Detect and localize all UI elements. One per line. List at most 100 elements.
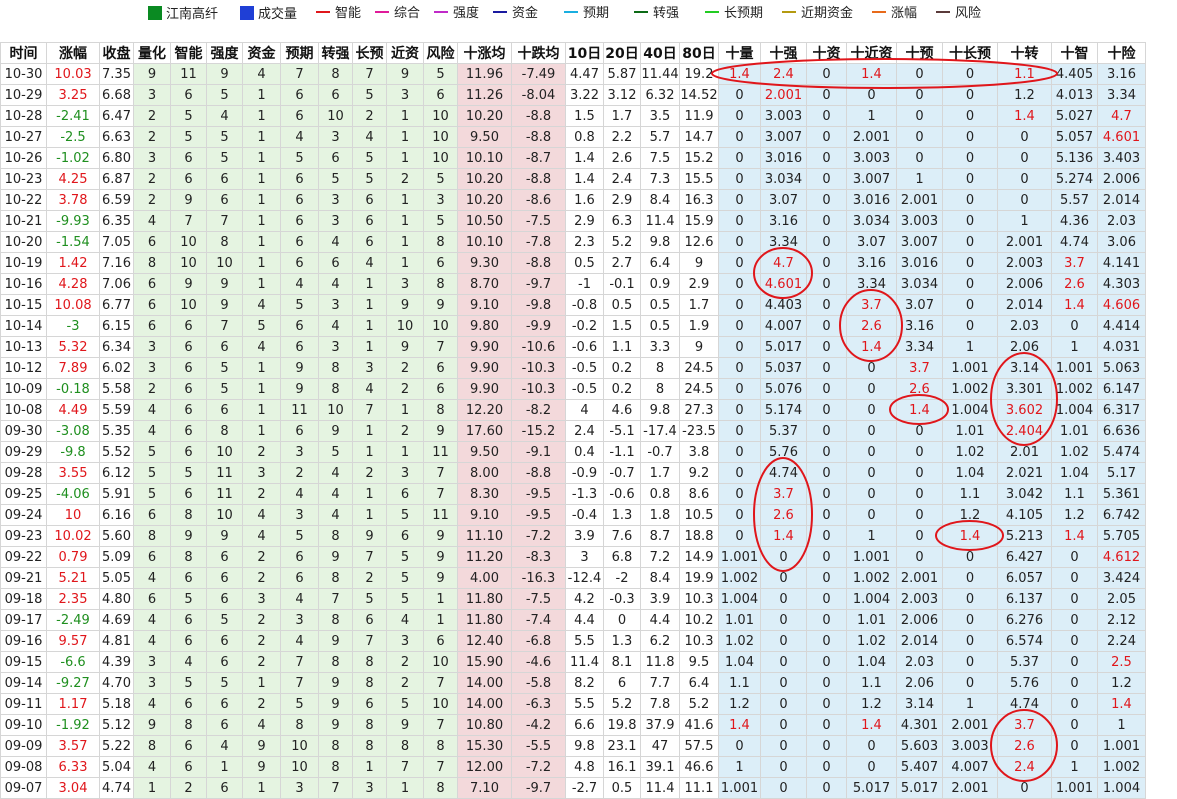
column-header[interactable]: 量化 <box>133 42 171 64</box>
table-cell: 6.137 <box>997 588 1052 610</box>
table-cell: 1 <box>386 105 424 127</box>
legend-item[interactable]: 综合 <box>375 6 420 22</box>
legend-item[interactable]: 强度 <box>434 6 479 22</box>
table-cell: 12.20 <box>457 399 512 421</box>
table-cell: 6 <box>352 210 387 232</box>
column-header[interactable]: 预期 <box>280 42 319 64</box>
column-header[interactable]: 近资 <box>386 42 424 64</box>
table-cell: 2.03 <box>997 315 1052 337</box>
table-cell: 6 <box>280 84 319 106</box>
table-cell: 4 <box>242 63 281 85</box>
column-header[interactable]: 10日 <box>565 42 604 64</box>
table-cell: 8 <box>318 378 353 400</box>
column-header[interactable]: 20日 <box>603 42 641 64</box>
column-header[interactable]: 十跌均 <box>511 42 566 64</box>
table-cell: 2.06 <box>896 672 943 694</box>
legend-item[interactable]: 预期 <box>564 6 609 22</box>
table-cell: 0 <box>760 609 807 631</box>
table-cell: 0.5 <box>603 777 641 799</box>
column-header[interactable]: 收盘 <box>99 42 134 64</box>
table-cell: 5 <box>386 546 424 568</box>
column-header[interactable]: 十强 <box>760 42 807 64</box>
legend-item[interactable]: 涨幅 <box>872 6 917 22</box>
table-cell: 6 <box>280 189 319 211</box>
table-cell: 1.1 <box>718 672 761 694</box>
table-row: 09-08 6.33 5.04 4 6 1 9 10 8 1 7 7 12.00 -7.2 4.8 16.1 3… <box>0 756 1146 778</box>
legend-item[interactable]: 近期资金 <box>782 6 853 22</box>
table-cell: 4.25 <box>46 168 100 190</box>
table-cell: 3.016 <box>896 252 943 274</box>
table-row: 10-12 7.89 6.02 3 6 5 1 9 8 3 2 6 9.90 -10.3 -0.5 0.2 8 2… <box>0 357 1146 379</box>
table-cell: 5.603 <box>896 735 943 757</box>
column-header[interactable]: 十量 <box>718 42 761 64</box>
column-header[interactable]: 十险 <box>1097 42 1146 64</box>
table-cell: 8.7 <box>640 525 680 547</box>
table-cell: 6.6 <box>565 714 604 736</box>
table-cell: -8.8 <box>511 252 566 274</box>
column-header[interactable]: 十转 <box>997 42 1052 64</box>
column-header[interactable]: 十预 <box>896 42 943 64</box>
table-cell: 4.7 <box>1097 105 1146 127</box>
column-header[interactable]: 风险 <box>423 42 458 64</box>
table-cell: 10 <box>280 735 319 757</box>
legend-item[interactable]: 江南高纤 <box>148 6 218 22</box>
table-cell: 4.00 <box>457 567 512 589</box>
table-cell: 9 <box>318 672 353 694</box>
table-cell: 10 <box>423 693 458 715</box>
table-cell: 3 <box>133 147 171 169</box>
table-cell: 7.2 <box>640 546 680 568</box>
table-cell: 0 <box>718 525 761 547</box>
table-cell: 0 <box>942 210 998 232</box>
table-cell: 8 <box>133 252 171 274</box>
column-header[interactable]: 涨幅 <box>46 42 100 64</box>
table-cell: -2 <box>603 567 641 589</box>
table-cell: 1 <box>242 777 281 799</box>
table-row: 09-30 -3.08 5.35 4 6 8 1 6 9 1 2 9 17.60 -15.2 2.4 -5.1… <box>0 420 1146 442</box>
table-cell: 0 <box>1051 672 1098 694</box>
column-header[interactable]: 长预 <box>352 42 387 64</box>
table-cell: 0 <box>1051 567 1098 589</box>
table-cell: 8 <box>352 672 387 694</box>
table-cell: 8.4 <box>640 189 680 211</box>
table-cell: 1.4 <box>896 399 943 421</box>
column-header[interactable]: 80日 <box>679 42 719 64</box>
column-header[interactable]: 40日 <box>640 42 680 64</box>
column-header[interactable]: 十近资 <box>846 42 897 64</box>
table-cell: 12.00 <box>457 756 512 778</box>
table-cell: 7 <box>423 756 458 778</box>
legend-item[interactable]: 长预期 <box>705 6 763 22</box>
column-header[interactable]: 强度 <box>206 42 243 64</box>
table-cell: 1.04 <box>718 651 761 673</box>
legend-item[interactable]: 资金 <box>493 6 538 22</box>
legend-item[interactable]: 风险 <box>936 6 981 22</box>
table-cell: 1.001 <box>718 777 761 799</box>
column-header[interactable]: 十长预 <box>942 42 998 64</box>
column-header[interactable]: 时间 <box>0 42 47 64</box>
table-cell: -2.5 <box>46 126 100 148</box>
legend-line-icon <box>564 11 578 13</box>
legend-item[interactable]: 成交量 <box>240 6 297 22</box>
table-cell: 3.9 <box>565 525 604 547</box>
table-cell: 1.004 <box>942 399 998 421</box>
column-header[interactable]: 十智 <box>1051 42 1098 64</box>
column-header[interactable]: 转强 <box>318 42 353 64</box>
table-cell: 5 <box>423 168 458 190</box>
table-cell: 5 <box>318 168 353 190</box>
legend-label: 近期资金 <box>801 6 854 21</box>
column-header[interactable]: 资金 <box>242 42 281 64</box>
table-cell: 15.2 <box>679 147 719 169</box>
column-header[interactable]: 十资 <box>806 42 847 64</box>
legend-item[interactable]: 智能 <box>316 6 361 22</box>
table-cell: 3.34 <box>846 273 897 295</box>
table-cell: 1.1 <box>942 483 998 505</box>
table-cell: 4 <box>280 630 319 652</box>
column-header[interactable]: 智能 <box>170 42 207 64</box>
table-cell: 1.002 <box>1051 378 1098 400</box>
table-cell: 1.001 <box>1051 357 1098 379</box>
table-cell: 0 <box>942 546 998 568</box>
table-cell: 9.90 <box>457 378 512 400</box>
column-header[interactable]: 十涨均 <box>457 42 512 64</box>
legend-item[interactable]: 转强 <box>634 6 679 22</box>
table-cell: 0 <box>997 168 1052 190</box>
table-cell: 4.601 <box>1097 126 1146 148</box>
